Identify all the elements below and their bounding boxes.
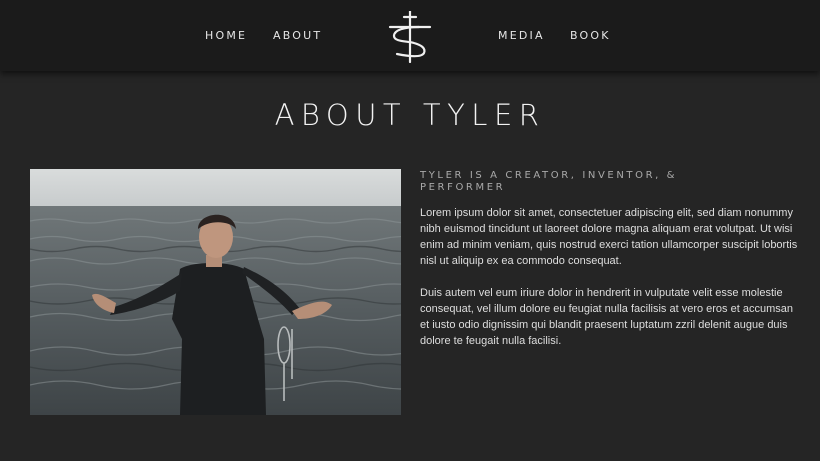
- bio-subheading-line: TYLER IS A CREATOR, INVENTOR, &: [420, 170, 678, 181]
- ts-monogram-icon[interactable]: [388, 11, 432, 63]
- nav-about-link[interactable]: ABOUT: [273, 30, 322, 42]
- bio-paragraph: Lorem ipsum dolor sit amet, consectetuer…: [420, 207, 798, 267]
- bio-subheading: TYLER IS A CREATOR, INVENTOR, & PERFORME…: [420, 170, 720, 194]
- bio-subheading-line: PERFORMER: [420, 182, 506, 193]
- bio-paragraph: Duis autem vel eum iriure dolor in hendr…: [420, 287, 793, 347]
- nav-media-link[interactable]: MEDIA: [498, 30, 545, 42]
- nav-book-link[interactable]: BOOK: [570, 30, 611, 42]
- nav-home-link[interactable]: HOME: [205, 30, 247, 42]
- man-by-water-photo: [30, 169, 401, 415]
- page-title: ABOUT TYLER: [274, 98, 546, 132]
- site-header: HOME ABOUT MEDIA BOOK: [0, 0, 820, 71]
